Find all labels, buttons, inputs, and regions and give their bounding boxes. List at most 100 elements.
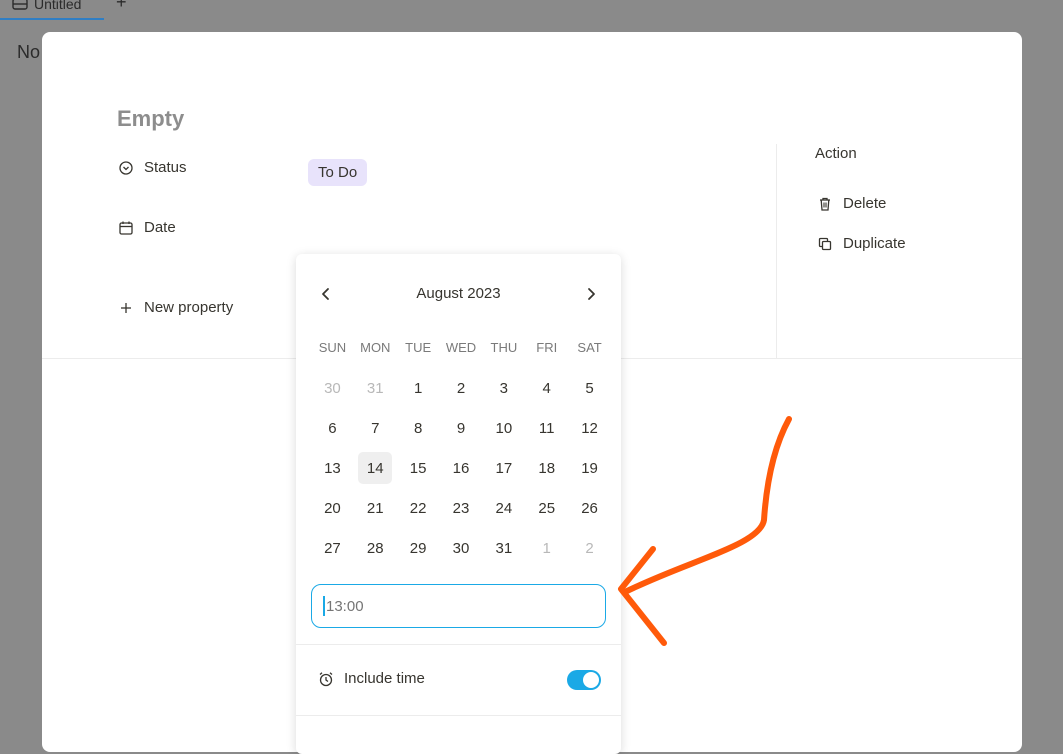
calendar-day-number: 31 — [366, 379, 384, 397]
calendar-day-number: 16 — [452, 459, 470, 477]
trash-icon — [820, 197, 830, 211]
new-property-label: New property — [144, 299, 234, 316]
calendar-day[interactable]: 23 — [440, 488, 483, 528]
calendar-day[interactable]: 6 — [311, 408, 354, 448]
calendar-day-number: 20 — [324, 499, 341, 517]
calendar-day[interactable]: 30 — [311, 368, 354, 408]
duplicate-button[interactable]: Duplicate — [817, 235, 906, 252]
calendar-day[interactable]: 31 — [354, 368, 397, 408]
calendar-day-number: 4 — [542, 379, 551, 397]
calendar-day[interactable]: 13 — [311, 448, 354, 488]
month-label: August 2023 — [416, 285, 501, 302]
calendar-day[interactable]: 26 — [568, 488, 611, 528]
calendar-day-number: 8 — [413, 419, 423, 437]
calendar-day[interactable]: 17 — [482, 448, 525, 488]
divider — [296, 715, 621, 716]
calendar-days-grid: 30 31 1 2 3 4 5 6 7 8 9 10 11 12 13 14 15 16 17 18 19 20 21 22 2… — [311, 368, 611, 568]
include-time-label: Include time — [344, 670, 425, 687]
calendar-day[interactable]: 18 — [525, 448, 568, 488]
calendar-day-number: 29 — [409, 539, 427, 557]
calendar-day[interactable]: 12 — [568, 408, 611, 448]
calendar-day-number: 3 — [499, 379, 509, 397]
calendar-day[interactable]: 25 — [525, 488, 568, 528]
calendar-day[interactable]: 5 — [568, 368, 611, 408]
calendar-day[interactable]: 20 — [311, 488, 354, 528]
calendar-day[interactable]: 7 — [354, 408, 397, 448]
weekday-header: SUN MON TUE WED THU FRI SAT — [311, 340, 611, 355]
include-time-row: Include time — [318, 670, 425, 687]
calendar-day-number: 22 — [409, 499, 427, 517]
include-time-toggle[interactable] — [567, 670, 601, 690]
calendar-day[interactable]: 4 — [525, 368, 568, 408]
calendar-day[interactable]: 11 — [525, 408, 568, 448]
calendar-day-number: 5 — [585, 379, 594, 397]
calendar-day[interactable]: 19 — [568, 448, 611, 488]
calendar-day-number: 1 — [542, 539, 551, 557]
calendar-day-number: 27 — [324, 539, 341, 557]
new-property-button[interactable]: New property — [118, 299, 233, 316]
chevron-right-icon — [588, 288, 595, 300]
calendar-day[interactable]: 1 — [525, 528, 568, 568]
time-input[interactable] — [311, 584, 606, 628]
weekday-label: TUE — [405, 340, 432, 355]
delete-button[interactable]: Delete — [817, 195, 886, 212]
database-icon — [12, 0, 28, 10]
calendar-day[interactable]: 16 — [440, 448, 483, 488]
calendar-day-number: 26 — [581, 499, 598, 517]
calendar-day[interactable]: 3 — [482, 368, 525, 408]
calendar-day-number: 28 — [366, 539, 384, 557]
calendar-day[interactable]: 22 — [397, 488, 440, 528]
weekday-label: THU — [490, 340, 518, 355]
date-picker-popover: August 2023 SUN MON TUE WED THU FRI SAT … — [296, 254, 621, 754]
weekday-label: MON — [360, 340, 391, 355]
alarm-clock-icon — [319, 671, 333, 686]
duplicate-label: Duplicate — [843, 235, 906, 252]
next-month-button[interactable] — [579, 282, 603, 306]
calendar-day-number: 31 — [495, 539, 513, 557]
property-label: Status — [144, 159, 187, 176]
calendar-day[interactable]: 2 — [440, 368, 483, 408]
panel-divider — [776, 144, 777, 358]
status-icon — [119, 160, 133, 175]
calendar-day-number: 1 — [413, 379, 423, 397]
calendar-day[interactable]: 10 — [482, 408, 525, 448]
calendar-day-number: 11 — [538, 419, 555, 437]
calendar-day-today[interactable]: 14 — [354, 448, 397, 488]
calendar-day[interactable]: 27 — [311, 528, 354, 568]
calendar-day[interactable]: 1 — [397, 368, 440, 408]
calendar-day-number: 18 — [538, 459, 556, 477]
calendar-day[interactable]: 28 — [354, 528, 397, 568]
calendar-day-number: 12 — [581, 419, 598, 437]
property-status[interactable]: Status — [118, 159, 187, 176]
calendar-day-number: 30 — [324, 379, 341, 397]
status-badge[interactable]: To Do — [308, 159, 368, 186]
background-partial-text: No — [17, 42, 41, 62]
calendar-day[interactable]: 21 — [354, 488, 397, 528]
calendar-day-number: 13 — [324, 459, 341, 477]
toggle-knob — [583, 672, 599, 688]
calendar-day-number: 15 — [409, 459, 427, 477]
add-tab-button[interactable]: + — [116, 0, 127, 13]
tab-label: Untitled — [34, 0, 82, 12]
calendar-day[interactable]: 9 — [440, 408, 483, 448]
calendar-day[interactable]: 29 — [397, 528, 440, 568]
tab-untitled[interactable]: Untitled — [0, 0, 104, 20]
duplicate-icon — [818, 237, 832, 250]
weekday-label: SUN — [318, 340, 347, 355]
background-tab-bar: Untitled + — [0, 0, 1063, 22]
calendar-day-number: 23 — [452, 499, 470, 517]
property-label: Date — [144, 219, 176, 236]
weekday-label: SAT — [577, 340, 602, 355]
calendar-day[interactable]: 2 — [568, 528, 611, 568]
page-title[interactable]: Empty — [117, 106, 184, 132]
calendar-header: August 2023 — [296, 282, 621, 306]
text-caret — [323, 596, 325, 616]
calendar-day[interactable]: 24 — [482, 488, 525, 528]
calendar-day[interactable]: 30 — [440, 528, 483, 568]
property-date[interactable]: Date — [118, 219, 176, 236]
calendar-day-number: 2 — [456, 379, 466, 397]
calendar-day[interactable]: 31 — [482, 528, 525, 568]
calendar-day[interactable]: 8 — [397, 408, 440, 448]
calendar-day[interactable]: 15 — [397, 448, 440, 488]
weekday-label: WED — [445, 340, 477, 355]
